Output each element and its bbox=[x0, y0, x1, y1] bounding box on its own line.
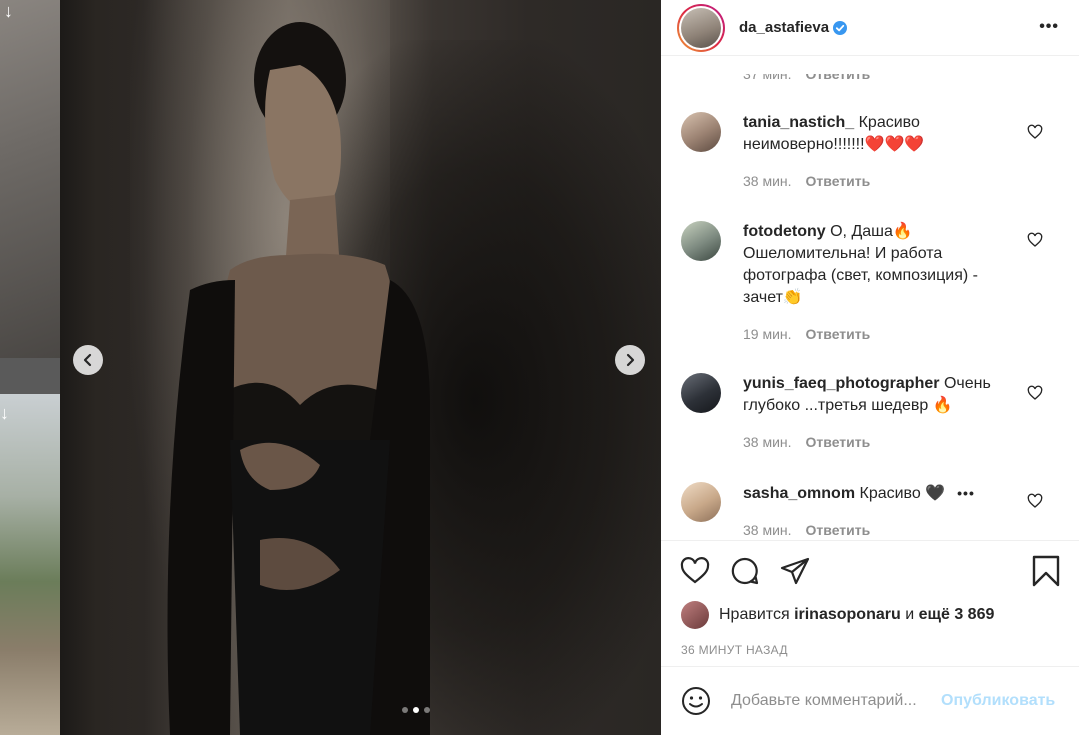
reply-button[interactable]: Ответить bbox=[806, 323, 871, 345]
comment-meta: 19 мин. Ответить bbox=[743, 323, 1005, 345]
commenter-avatar[interactable] bbox=[681, 373, 721, 413]
commenter-avatar[interactable] bbox=[681, 482, 721, 522]
comment-time: 38 мин. bbox=[743, 522, 792, 538]
like-comment-heart-icon[interactable] bbox=[1027, 232, 1043, 248]
chevron-left-icon bbox=[83, 353, 92, 367]
previous-photo-button[interactable] bbox=[73, 345, 103, 375]
reply-button[interactable]: Ответить bbox=[806, 74, 871, 82]
background-thumbnail[interactable] bbox=[0, 0, 60, 358]
post-timestamp[interactable]: 36 МИНУТ НАЗАД bbox=[661, 643, 1079, 657]
carousel-dot bbox=[424, 707, 430, 713]
author-avatar[interactable] bbox=[677, 3, 725, 52]
share-paper-plane-icon[interactable] bbox=[779, 555, 811, 587]
reply-button[interactable]: Ответить bbox=[806, 519, 871, 540]
commenter-username[interactable]: yunis_faeq_photographer bbox=[743, 375, 939, 392]
comment-item: fotodetony О, Даша🔥 Ошеломительна! И раб… bbox=[681, 221, 1071, 345]
liker-avatar[interactable] bbox=[681, 601, 709, 629]
comment-meta: 37 мин. Ответить bbox=[743, 74, 870, 82]
comment-time: 38 мин. bbox=[743, 173, 792, 189]
carousel-indicator bbox=[402, 707, 430, 713]
save-bookmark-icon[interactable] bbox=[1031, 555, 1061, 587]
comment-item: yunis_faeq_photographer Очень глубоко ..… bbox=[681, 373, 1071, 453]
carousel-dot bbox=[402, 707, 408, 713]
background-thumbnail[interactable] bbox=[0, 394, 60, 735]
post-actions: Нравится irinasoponaru и ещё 3 869 36 МИ… bbox=[661, 540, 1079, 657]
comment-meta: 38 мин. Ответить bbox=[743, 170, 1005, 192]
instagram-post-modal: ↓ ↓ da_astafieva ••• 37 мин. Ответить ta… bbox=[0, 0, 1079, 735]
comment-time: 37 мин. bbox=[743, 74, 792, 82]
liker-username[interactable]: irinasoponaru bbox=[794, 606, 901, 624]
publish-button[interactable]: Опубликовать bbox=[941, 692, 1055, 710]
author-username[interactable]: da_astafieva bbox=[739, 19, 829, 36]
download-arrow-icon[interactable]: ↓ bbox=[4, 2, 13, 20]
download-arrow-icon[interactable]: ↓ bbox=[0, 404, 9, 422]
commenter-username[interactable]: sasha_omnom bbox=[743, 485, 855, 502]
commenter-avatar[interactable] bbox=[681, 221, 721, 261]
like-heart-icon[interactable] bbox=[679, 555, 711, 587]
chevron-right-icon bbox=[626, 353, 635, 367]
comment-input[interactable] bbox=[731, 692, 937, 710]
more-options-button[interactable]: ••• bbox=[1039, 18, 1059, 36]
reply-button[interactable]: Ответить bbox=[806, 431, 871, 453]
comments-list[interactable]: 37 мин. Ответить tania_nastich_ Красиво … bbox=[661, 74, 1079, 540]
likes-count[interactable]: ещё 3 869 bbox=[919, 606, 995, 624]
post-side-panel: da_astafieva ••• 37 мин. Ответить tania_… bbox=[661, 0, 1079, 735]
comment-meta: 38 мин. Ответить bbox=[743, 431, 1005, 453]
comment-options-button[interactable]: ••• bbox=[957, 485, 975, 501]
comment-meta: 38 мин. Ответить bbox=[743, 519, 1005, 540]
photo-figure bbox=[167, 22, 430, 735]
post-header: da_astafieva ••• bbox=[661, 0, 1079, 56]
commenter-username[interactable]: tania_nastich_ bbox=[743, 114, 854, 131]
likes-conjunction: и bbox=[905, 606, 915, 623]
post-photo[interactable] bbox=[60, 0, 661, 735]
comment-item: tania_nastich_ Красиво неимоверно!!!!!!!… bbox=[681, 112, 1071, 192]
reply-button[interactable]: Ответить bbox=[806, 170, 871, 192]
likes-summary[interactable]: Нравится irinasoponaru и ещё 3 869 bbox=[661, 601, 1079, 629]
commenter-username[interactable]: fotodetony bbox=[743, 223, 826, 240]
comment-item: sasha_omnom Красиво 🖤 ••• 38 мин. Ответит… bbox=[681, 482, 1071, 540]
background-divider bbox=[0, 358, 60, 394]
carousel-dot-active bbox=[413, 707, 419, 713]
like-comment-heart-icon[interactable] bbox=[1027, 385, 1043, 401]
like-comment-heart-icon[interactable] bbox=[1027, 124, 1043, 140]
emoji-smiley-icon[interactable] bbox=[681, 686, 711, 716]
commenter-avatar[interactable] bbox=[681, 112, 721, 152]
comment-text: Красиво 🖤 bbox=[859, 485, 946, 502]
comment-time: 38 мин. bbox=[743, 434, 792, 450]
next-photo-button[interactable] bbox=[615, 345, 645, 375]
likes-prefix: Нравится bbox=[719, 606, 790, 623]
like-comment-heart-icon[interactable] bbox=[1027, 493, 1043, 509]
verified-badge-icon bbox=[833, 20, 848, 35]
action-icons-row bbox=[661, 541, 1079, 601]
add-comment-bar: Опубликовать bbox=[661, 666, 1079, 735]
comment-time: 19 мин. bbox=[743, 326, 792, 342]
comment-bubble-icon[interactable] bbox=[729, 555, 761, 587]
